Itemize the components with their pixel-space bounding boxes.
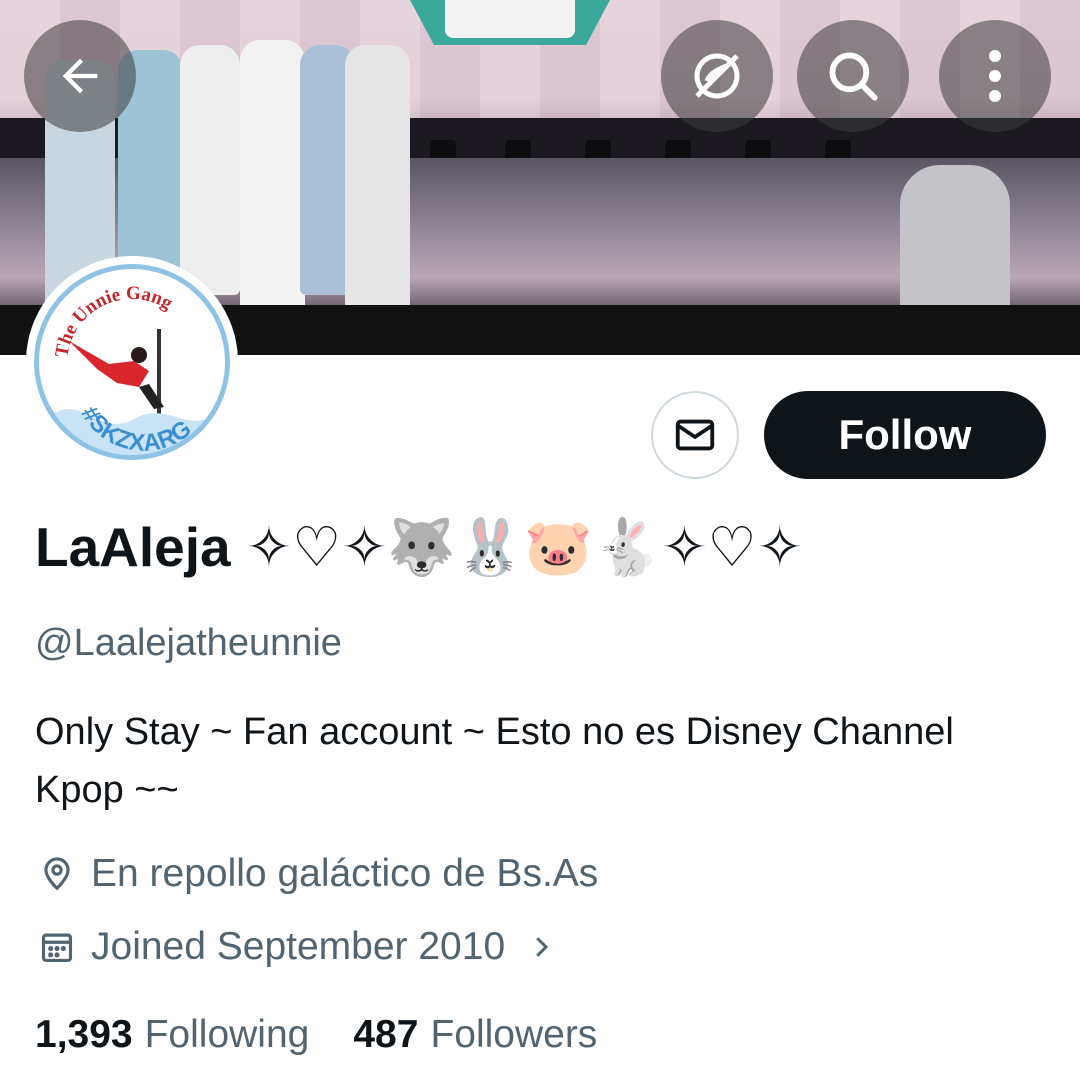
message-button[interactable] (651, 391, 739, 479)
envelope-icon (675, 419, 715, 451)
globe-slash-icon (694, 53, 740, 99)
search-icon (829, 52, 878, 101)
avatar-image: The Unnie Gang #SKZXARG (34, 264, 230, 460)
banner-performer (180, 45, 240, 295)
location-row: En repollo galáctico de Bs.As (35, 852, 598, 896)
joined-date-text: Joined September 2010 (91, 925, 506, 968)
location-pin-icon (35, 852, 79, 896)
arrow-left-icon (62, 58, 98, 94)
following-link[interactable]: 1,393 Following (35, 1013, 309, 1057)
follow-button-label: Follow (838, 411, 972, 458)
translate-button[interactable] (661, 20, 773, 132)
followers-count: 487 (353, 1013, 419, 1056)
follow-button[interactable]: Follow (764, 391, 1046, 479)
location-text: En repollo galáctico de Bs.As (91, 852, 599, 895)
banner-performer (345, 45, 410, 335)
follow-stats: 1,393 Following 487 Followers (35, 1013, 641, 1057)
more-vertical-icon (989, 50, 1001, 102)
profile-bio: Only Stay ~ Fan account ~ Esto no es Dis… (35, 711, 954, 811)
banner-stage-sign-inner (445, 0, 575, 38)
chevron-right-icon (519, 925, 563, 969)
back-button[interactable] (24, 20, 136, 132)
profile-avatar[interactable]: The Unnie Gang #SKZXARG (26, 256, 238, 468)
more-options-button[interactable] (939, 20, 1051, 132)
followers-label: Followers (430, 1013, 598, 1056)
joined-row[interactable]: Joined September 2010 (35, 925, 563, 969)
following-count: 1,393 (35, 1013, 133, 1056)
banner-performer (240, 40, 305, 310)
calendar-icon (35, 925, 79, 969)
following-label: Following (144, 1013, 310, 1056)
search-button[interactable] (797, 20, 909, 132)
banner-performer (900, 165, 1010, 325)
followers-link[interactable]: 487 Followers (353, 1013, 597, 1057)
username-handle: @Laalejatheunnie (35, 622, 342, 664)
display-name: LaAleja ✧♡✧🐺🐰🐷🐇✧♡✧ (35, 516, 803, 578)
avatar-logo: The Unnie Gang #SKZXARG (47, 283, 221, 455)
